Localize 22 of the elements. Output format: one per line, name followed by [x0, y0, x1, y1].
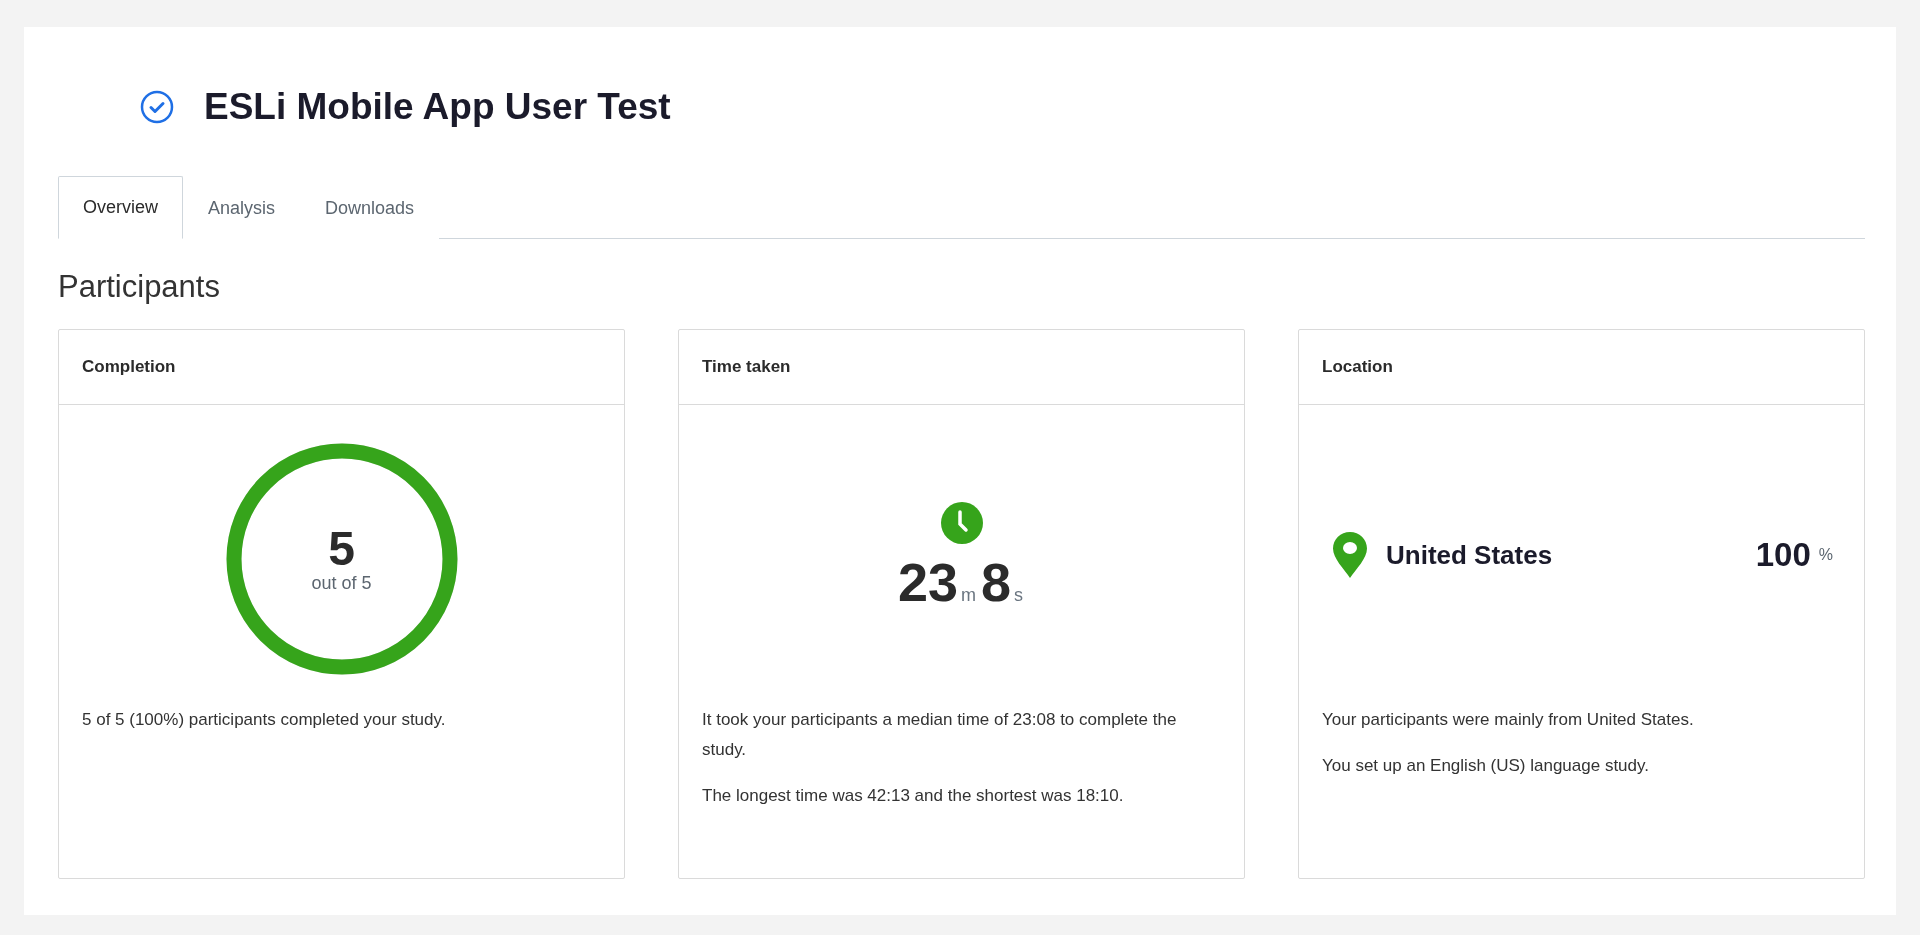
- card-text: It took your participants a median time of 23:08 to complete the study.: [702, 709, 1178, 761]
- seconds-value: 8: [981, 555, 1012, 609]
- completed-count: 5: [328, 524, 355, 573]
- card-title: Completion: [59, 330, 624, 405]
- map-pin-icon: [1332, 531, 1368, 579]
- minutes-value: 23: [897, 555, 958, 609]
- country-name: United States: [1386, 539, 1554, 571]
- percent-value: 100: [1755, 536, 1811, 574]
- card-text: 5 of 5 (100%) participants completed your study.: [82, 709, 447, 731]
- section-heading: Participants: [58, 269, 221, 305]
- percent-unit: %: [1818, 546, 1833, 564]
- tab[interactable]: Overview: [58, 176, 183, 239]
- clock-icon: [939, 501, 984, 545]
- card-text: Your participants were mainly from United States.: [1322, 709, 1695, 731]
- seconds-unit: s: [1014, 585, 1024, 606]
- minutes-unit: m: [961, 585, 976, 606]
- card-title: Location: [1299, 330, 1864, 405]
- card-title: Time taken: [679, 330, 1244, 405]
- card-text: You set up an English (US) language study.: [1322, 755, 1650, 777]
- study-title: ESLi Mobile App User Test: [204, 86, 671, 128]
- count-caption: out of 5: [311, 572, 372, 594]
- card-text: The longest time was 42:13 and the shortest was 18:10.: [702, 785, 1125, 807]
